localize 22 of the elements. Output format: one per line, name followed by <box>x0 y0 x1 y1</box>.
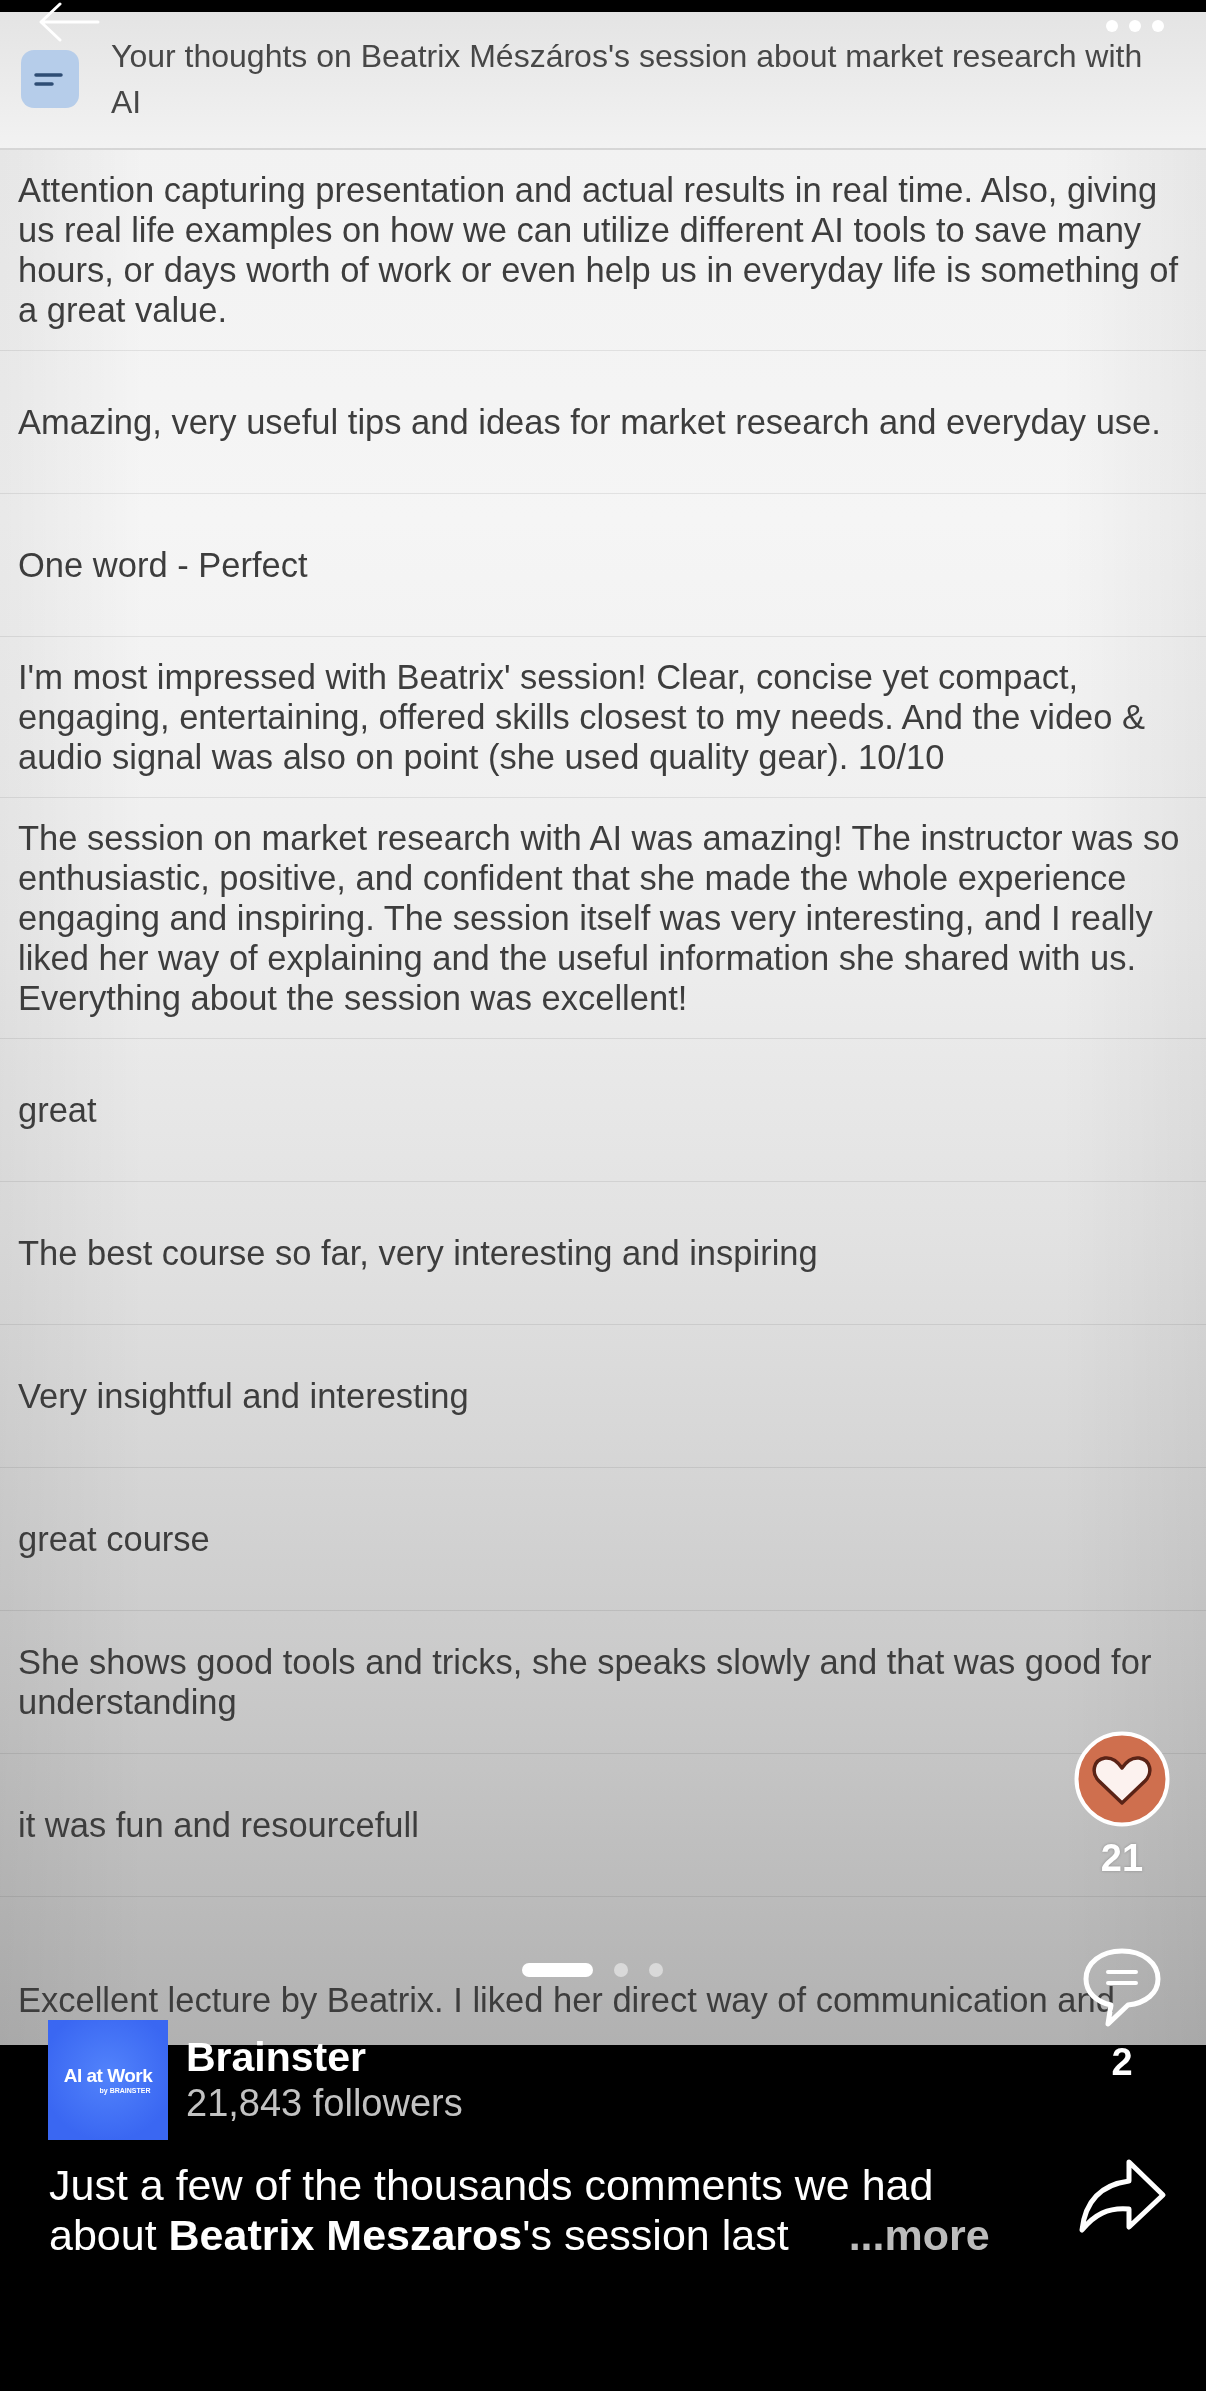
response-text: She shows good tools and tricks, she speaks slowly and that was good for understanding <box>18 1642 1153 1722</box>
form-icon <box>21 50 79 108</box>
form-title: Your thoughts on Beatrix Mészáros's session about market research with AI <box>111 37 1144 122</box>
response-text: it was fun and resourcefull <box>18 1805 419 1845</box>
response-text: The session on market research with AI was amazing! The instructor was so enthusiastic, positive, and confident that she made the whole experience engaging and inspiring. The session itself was very interesting, and I really liked her way of explaining and the useful information she shared with us. Everything about the session was excellent! <box>18 818 1181 1018</box>
share-icon[interactable] <box>1077 2157 1167 2235</box>
response-text: Very insightful and interesting <box>18 1376 469 1416</box>
response-text: I'm most impressed with Beatrix' session! Clear, concise yet compact, engaging, entertaining, offered skills closest to my needs. And the video & audio signal was also on point (she used quality gear). 10/10 <box>18 657 1147 777</box>
like-count: 21 <box>1100 1837 1144 1879</box>
response-text: Amazing, very useful tips and ideas for market research and everyday use. <box>18 402 1161 442</box>
post-caption: Just a few of the thousands comments we had about Beatrix Meszaros's session last ...more <box>49 2160 991 2260</box>
comment-count: 2 <box>1111 2041 1133 2083</box>
response-text: great <box>18 1090 97 1130</box>
back-arrow-icon[interactable] <box>38 2 100 42</box>
response-text: Attention capturing presentation and actual results in real time. Also, giving us real life examples on how we can utilize different AI tools to save many hours, or days worth of work or even help us in everyday life is something of a great value. <box>18 170 1180 330</box>
follower-count: 21,843 followers <box>186 2081 463 2126</box>
logo-title: AI at Work <box>63 2065 153 2086</box>
author-name[interactable]: Brainster <box>186 2034 366 2080</box>
response-text: One word - Perfect <box>18 545 308 585</box>
more-link[interactable]: ...more <box>848 2211 990 2259</box>
response-text: great course <box>18 1519 210 1559</box>
response-text: The best course so far, very interesting and inspiring <box>18 1233 818 1273</box>
